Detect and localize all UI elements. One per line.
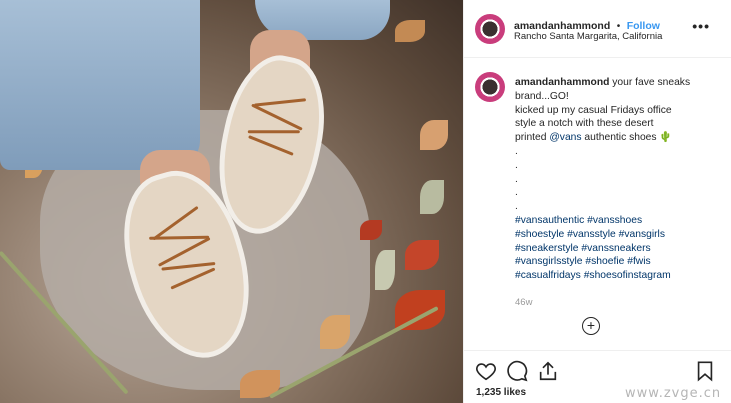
post-caption: amandanhammond your fave sneaks brand...… bbox=[515, 76, 720, 283]
hashtag-link[interactable]: #shoefie bbox=[585, 256, 624, 267]
caption-line: amandanhammond your fave sneaks bbox=[515, 76, 720, 90]
caption-dot: . bbox=[515, 173, 518, 185]
hashtag-link[interactable]: #vanssneakers bbox=[581, 243, 650, 254]
shoelace bbox=[247, 130, 300, 134]
caption-text: authentic shoes 🌵 bbox=[581, 132, 673, 144]
shoelace bbox=[254, 98, 307, 107]
hashtag-line: #casualfridays #shoesofinstagram bbox=[515, 269, 720, 283]
hashtag-link[interactable]: #vansstyle bbox=[567, 229, 616, 240]
caption-dot: . bbox=[515, 201, 518, 213]
leaf bbox=[420, 120, 448, 150]
hashtag-line: #shoestyle #vansstyle #vansgirls bbox=[515, 228, 720, 242]
leaf bbox=[375, 250, 395, 290]
avatar[interactable] bbox=[475, 14, 505, 44]
hashtag-link[interactable]: #vansshoes bbox=[587, 215, 642, 226]
hashtag-line: #vansauthentic #vansshoes bbox=[515, 214, 720, 228]
caption-line: brand...GO! bbox=[515, 90, 569, 102]
caption-text: printed bbox=[515, 132, 550, 144]
hashtag-link[interactable]: #fwis bbox=[627, 256, 650, 267]
caption-avatar[interactable] bbox=[475, 72, 505, 102]
hashtag-link[interactable]: #vansgirlsstyle bbox=[515, 256, 583, 267]
caption-dot: . bbox=[515, 187, 518, 199]
caption-username[interactable]: amandanhammond bbox=[515, 77, 609, 88]
comment-timestamp[interactable]: 46w bbox=[515, 297, 532, 308]
caption-line: style a notch with these desert bbox=[515, 118, 654, 130]
comment-icon[interactable] bbox=[506, 360, 528, 382]
shoelace bbox=[170, 267, 216, 290]
hashtag-line: #vansgirlsstyle #shoefie #fwis bbox=[515, 255, 720, 269]
hashtag-link[interactable]: #vansgirls bbox=[619, 229, 665, 240]
hashtag-link[interactable]: #casualfridays bbox=[515, 270, 581, 281]
caption-line: printed @vans authentic shoes 🌵 bbox=[515, 131, 720, 145]
leaf bbox=[360, 220, 382, 240]
shoelace bbox=[251, 103, 303, 131]
post-header: amandanhammond • Follow Rancho Santa Mar… bbox=[464, 0, 731, 58]
jeans-left-leg bbox=[0, 0, 200, 170]
hashtag-link[interactable]: #shoestyle bbox=[515, 229, 564, 240]
hashtag-link[interactable]: #shoesofinstagram bbox=[584, 270, 671, 281]
post-photo[interactable] bbox=[0, 0, 463, 403]
leaf bbox=[420, 180, 444, 214]
likes-count[interactable]: 1,235 likes bbox=[476, 387, 526, 398]
leaf bbox=[395, 20, 425, 42]
more-options-icon[interactable]: ••• bbox=[692, 18, 710, 34]
leaf bbox=[320, 315, 350, 349]
hashtag-line: #sneakerstyle #vanssneakers bbox=[515, 242, 720, 256]
hashtag-link[interactable]: #sneakerstyle bbox=[515, 243, 579, 254]
caption-dot: . bbox=[515, 159, 518, 171]
location-link[interactable]: Rancho Santa Margarita, California bbox=[514, 31, 662, 42]
caption-text: your fave sneaks bbox=[609, 77, 691, 88]
caption-dot: . bbox=[515, 145, 518, 157]
leaf bbox=[405, 240, 439, 270]
heart-icon[interactable] bbox=[475, 360, 497, 382]
hashtag-link[interactable]: #vansauthentic bbox=[515, 215, 584, 226]
watermark-text: www.zvge.cn bbox=[625, 386, 722, 401]
load-more-comments-button[interactable]: + bbox=[582, 317, 600, 335]
post-side-panel: amandanhammond • Follow Rancho Santa Mar… bbox=[463, 0, 731, 403]
bookmark-icon[interactable] bbox=[694, 360, 716, 382]
shoelace bbox=[149, 235, 210, 240]
share-icon[interactable] bbox=[537, 360, 559, 382]
instagram-post: amandanhammond • Follow Rancho Santa Mar… bbox=[0, 0, 731, 403]
shoelace bbox=[248, 135, 294, 156]
mention-link[interactable]: @vans bbox=[549, 132, 581, 143]
caption-line: kicked up my casual Fridays office bbox=[515, 104, 672, 116]
